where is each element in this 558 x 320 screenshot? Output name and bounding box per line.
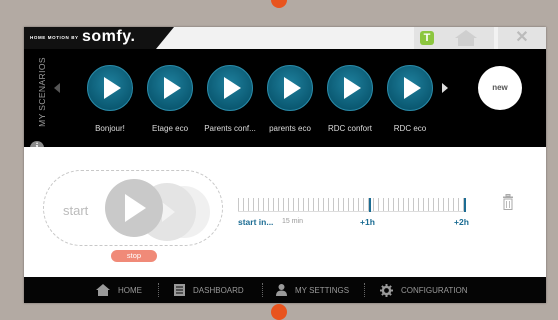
timeline-min-label: 15 min (282, 218, 304, 225)
home-tab[interactable]: T (414, 27, 494, 49)
play-scenario-icon[interactable] (327, 65, 373, 111)
nav-dashboard-label: DASHBOARD (193, 285, 244, 295)
scenario-label: Parents conf... (204, 124, 256, 133)
nav-home[interactable]: HOME (96, 277, 142, 303)
nav-divider (364, 283, 365, 297)
play-scenario-icon[interactable] (87, 65, 133, 111)
person-icon (276, 284, 287, 296)
timeline-slider[interactable] (238, 198, 464, 212)
nav-configuration-label: CONFIGURATION (401, 285, 468, 295)
timeline-marker-1h (369, 198, 371, 212)
timeline-start-label: start in... (238, 217, 274, 227)
scenario-label: Etage eco (151, 124, 189, 133)
start-label: start (63, 203, 89, 218)
play-scenario-icon[interactable] (387, 65, 433, 111)
scenario-label: RDC confort (327, 124, 372, 133)
top-handle-dot (271, 0, 287, 8)
brand-area: HOME MOTION BY somfy. (24, 27, 174, 49)
scenario-item[interactable]: Parents conf... (200, 65, 260, 133)
somfy-logo: somfy. (82, 28, 136, 45)
house-icon (96, 284, 110, 296)
timeline-1h-label: +1h (360, 217, 375, 227)
scenario-item[interactable]: RDC eco (380, 65, 440, 133)
scenario-label: RDC eco (393, 124, 427, 133)
scenario-label: parents eco (269, 124, 311, 133)
play-scenario-icon[interactable] (147, 65, 193, 111)
scenario-item[interactable]: Etage eco (140, 65, 200, 133)
app-window: HOME MOTION BY somfy. T ✕ MY SCENARIOS B… (24, 27, 546, 303)
house-icon (455, 30, 477, 46)
nav-divider (158, 283, 159, 297)
play-scenario-icon[interactable] (267, 65, 313, 111)
scenarios-panel: MY SCENARIOS Bonjour! Etage eco Parents … (24, 49, 546, 155)
play-icon[interactable] (105, 179, 163, 237)
play-scenario-icon[interactable] (207, 65, 253, 111)
close-button[interactable]: ✕ (498, 27, 546, 49)
nav-home-label: HOME (118, 285, 142, 295)
top-bar: HOME MOTION BY somfy. T ✕ (24, 27, 546, 49)
nav-divider (262, 283, 263, 297)
t-icon[interactable]: T (420, 31, 434, 45)
timeline-marker-2h (464, 198, 466, 212)
brand-tagline: HOME MOTION BY (30, 35, 79, 40)
stop-button[interactable]: stop (111, 250, 157, 262)
scenario-item[interactable]: Bonjour! (80, 65, 140, 133)
nav-configuration[interactable]: CONFIGURATION (380, 277, 468, 303)
trash-icon[interactable] (502, 194, 514, 210)
scroll-left-icon[interactable] (54, 83, 60, 93)
player-panel: start stop start in... 15 min +1h +2h (24, 147, 546, 277)
scenario-label: Bonjour! (95, 124, 125, 133)
new-scenario-button[interactable]: new (478, 66, 522, 110)
scroll-right-icon[interactable] (442, 83, 448, 93)
scenario-item[interactable]: parents eco (260, 65, 320, 133)
nav-my-settings[interactable]: MY SETTINGS (276, 277, 349, 303)
bottom-handle-dot (271, 304, 287, 320)
gear-icon (380, 283, 393, 297)
nav-dashboard[interactable]: DASHBOARD (174, 277, 244, 303)
scenarios-label: MY SCENARIOS (36, 57, 47, 127)
nav-my-settings-label: MY SETTINGS (295, 285, 350, 295)
scenario-item[interactable]: RDC confort (320, 65, 380, 133)
timeline-2h-label: +2h (454, 217, 469, 227)
dashboard-icon (174, 284, 185, 296)
bottom-nav: HOME DASHBOARD MY SETTINGS CONFIGURATION (24, 277, 546, 303)
